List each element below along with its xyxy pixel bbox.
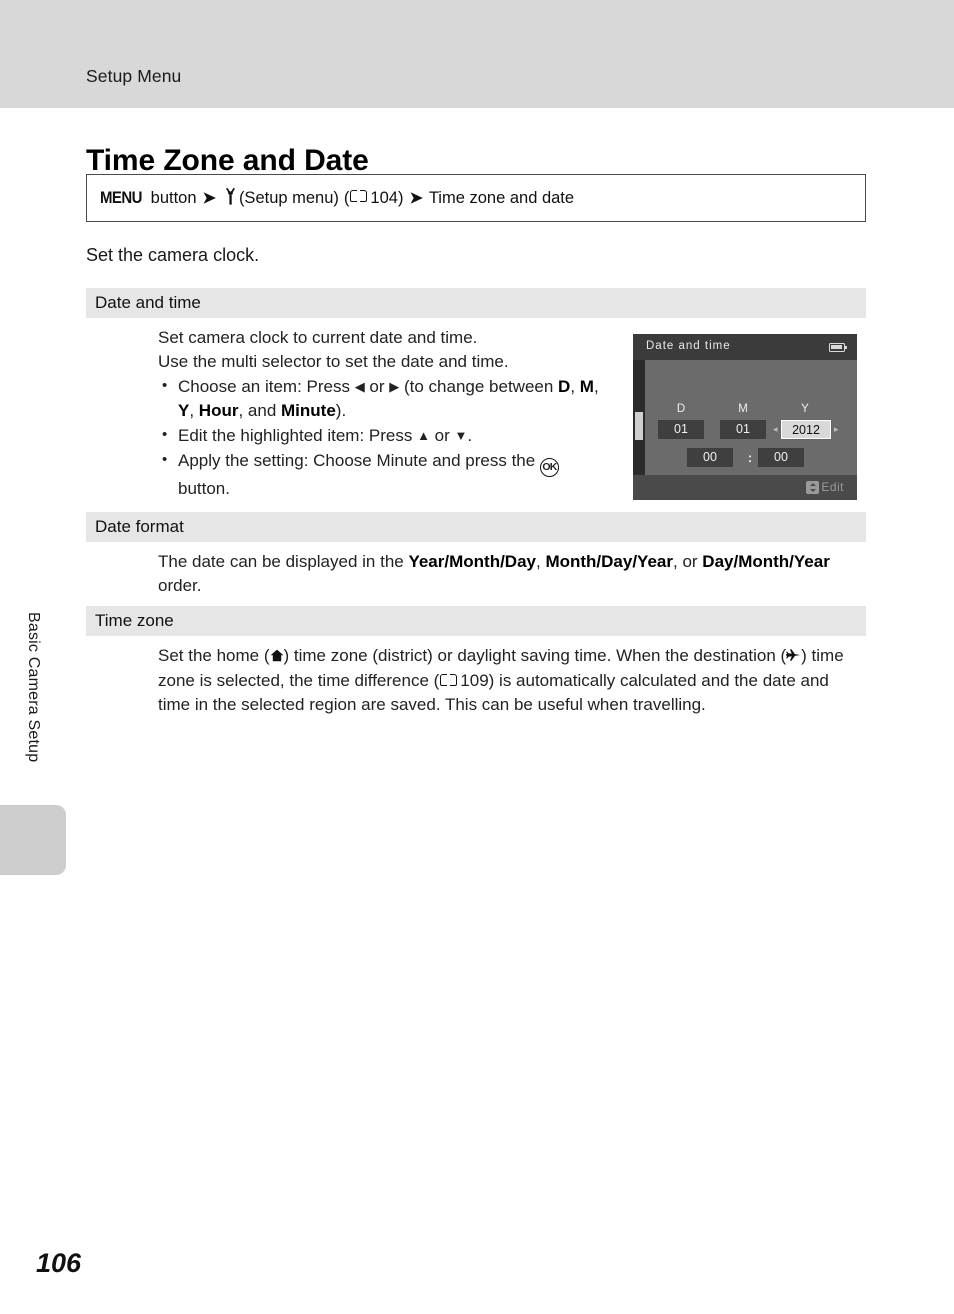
- df-body-pre: The date can be displayed in the: [158, 552, 409, 571]
- bullet-1-tail: ).: [335, 401, 347, 420]
- ref-close-paren: ): [397, 189, 404, 207]
- breadcrumb: MENU button ➤ (Setup menu) ( 104 ) ➤ Tim…: [86, 174, 866, 222]
- battery-icon: [829, 343, 848, 352]
- up-down-arrows-icon: [806, 480, 820, 494]
- arrow-right-icon-2: ➤: [409, 190, 423, 207]
- section-body-time-zone: Set the home ( ) time zone (district) or …: [158, 644, 858, 717]
- list-item: Choose an item: Press ◀ or ▶ (to change …: [158, 374, 606, 423]
- bold-item-m: M: [579, 377, 594, 396]
- bold-item-d: D: [558, 377, 571, 396]
- ref-page-number: 104: [370, 189, 398, 207]
- ref-open-paren: (: [343, 189, 350, 207]
- breadcrumb-destination: Time zone and date: [428, 189, 575, 207]
- breadcrumb-button-word: button: [150, 189, 197, 207]
- arrow-down-icon: ▼: [454, 428, 468, 443]
- menu-button-label: MENU: [100, 188, 142, 207]
- year-value-field[interactable]: 2012: [781, 420, 831, 439]
- time-separator: :: [747, 450, 753, 465]
- book-reference-icon-2: [440, 674, 458, 687]
- section-heading-label: Date and time: [95, 293, 201, 312]
- camera-screen-titlebar: Date and time: [633, 334, 857, 360]
- chapter-side-tab-marker: [0, 805, 66, 875]
- label-day: D: [676, 403, 686, 415]
- ok-button-icon: OK: [539, 458, 559, 477]
- tz-part-2: ) time zone (district) or daylight savin…: [283, 646, 787, 665]
- bullet-1-or: or: [364, 377, 390, 396]
- airplane-icon: [786, 648, 801, 665]
- page-title: Time Zone and Date: [86, 144, 369, 178]
- bullet-2-tail: .: [467, 426, 473, 445]
- list-item: Edit the highlighted item: Press ▲ or ▼.: [158, 423, 606, 448]
- chevron-left-icon: ◂: [773, 424, 778, 434]
- section-heading-label: Time zone: [95, 611, 174, 630]
- running-header-band: Setup Menu: [0, 0, 954, 108]
- format-day-month-year: Day/Month/Year: [702, 552, 830, 571]
- camera-date-fields: 01 01 ◂ 2012 ▸: [645, 420, 845, 440]
- chevron-right-icon: ▸: [834, 424, 839, 434]
- format-month-day-year: Month/Day/Year: [545, 552, 673, 571]
- camera-time-fields: 00 : 00: [645, 448, 845, 468]
- minute-value-field[interactable]: 00: [758, 448, 804, 467]
- section-heading-time-zone: Time zone: [86, 606, 866, 636]
- camera-screen-title: Date and time: [646, 340, 731, 352]
- wrench-icon: [224, 188, 237, 208]
- section-heading-date-format: Date format: [86, 512, 866, 542]
- setup-menu-text: (Setup menu): [238, 189, 339, 207]
- dt-line-1: Set camera clock to current date and tim…: [158, 328, 478, 347]
- bullet-1-post: (to change between: [399, 377, 559, 396]
- camera-screen-illustration: Date and time D M Y 01 01 ◂ 2012 ▸ 00 : …: [633, 334, 857, 500]
- camera-screen-body: D M Y 01 01 ◂ 2012 ▸ 00 : 00: [645, 360, 845, 475]
- edit-hint: Edit: [806, 480, 844, 494]
- chapter-side-tab-label: Basic Camera Setup: [0, 612, 66, 812]
- label-month: M: [738, 403, 748, 415]
- day-value-field[interactable]: 01: [658, 420, 704, 439]
- bullet-2-pre: Edit the highlighted item: Press: [178, 426, 418, 445]
- camera-field-labels: D M Y: [645, 403, 845, 417]
- book-reference-icon: [350, 190, 368, 203]
- chapter-side-tab-text: Basic Camera Setup: [25, 612, 42, 763]
- dt-bullet-list: Choose an item: Press ◀ or ▶ (to change …: [158, 374, 606, 501]
- dt-line-2: Use the multi selector to set the date a…: [158, 352, 509, 371]
- arrow-right-triangle-icon: ▶: [389, 379, 400, 394]
- bullet-3-tail: button.: [178, 479, 230, 498]
- running-head: Setup Menu: [86, 66, 182, 86]
- hour-value-field[interactable]: 00: [687, 448, 733, 467]
- df-body-post: order.: [158, 576, 202, 595]
- arrow-up-icon: ▲: [417, 428, 430, 443]
- page-number: 106: [36, 1248, 82, 1278]
- tz-ref-page: 109: [460, 671, 489, 690]
- df-conjunction: , or: [673, 552, 703, 571]
- home-icon: [270, 648, 284, 665]
- label-year: Y: [801, 403, 809, 415]
- intro-text: Set the camera clock.: [86, 245, 260, 265]
- tz-part-1: Set the home (: [158, 646, 270, 665]
- bullet-2-or: or: [429, 426, 455, 445]
- list-item: Apply the setting: Choose Minute and pre…: [158, 448, 606, 501]
- arrow-left-icon: ◀: [354, 379, 365, 394]
- camera-screen-footer: Edit: [633, 475, 857, 500]
- section-heading-label: Date format: [95, 517, 184, 536]
- edit-hint-label: Edit: [821, 480, 844, 494]
- bullet-3-pre: Apply the setting: Choose Minute and pre…: [178, 451, 540, 470]
- format-year-month-day: Year/Month/Day: [408, 552, 536, 571]
- bold-item-minute: Minute: [281, 401, 336, 420]
- month-value-field[interactable]: 01: [720, 420, 766, 439]
- arrow-right-icon: ➤: [202, 190, 216, 207]
- section-heading-date-and-time: Date and time: [86, 288, 866, 318]
- bold-item-y: Y: [178, 401, 190, 420]
- scrollbar-thumb[interactable]: [635, 412, 643, 440]
- bold-item-hour: Hour: [198, 401, 239, 420]
- section-body-date-format: The date can be displayed in the Year/Mo…: [158, 552, 830, 595]
- camera-screen-scrollbar[interactable]: [633, 360, 645, 475]
- section-body-date-and-time: Set camera clock to current date and tim…: [158, 326, 606, 501]
- bullet-1-pre: Choose an item: Press: [178, 377, 355, 396]
